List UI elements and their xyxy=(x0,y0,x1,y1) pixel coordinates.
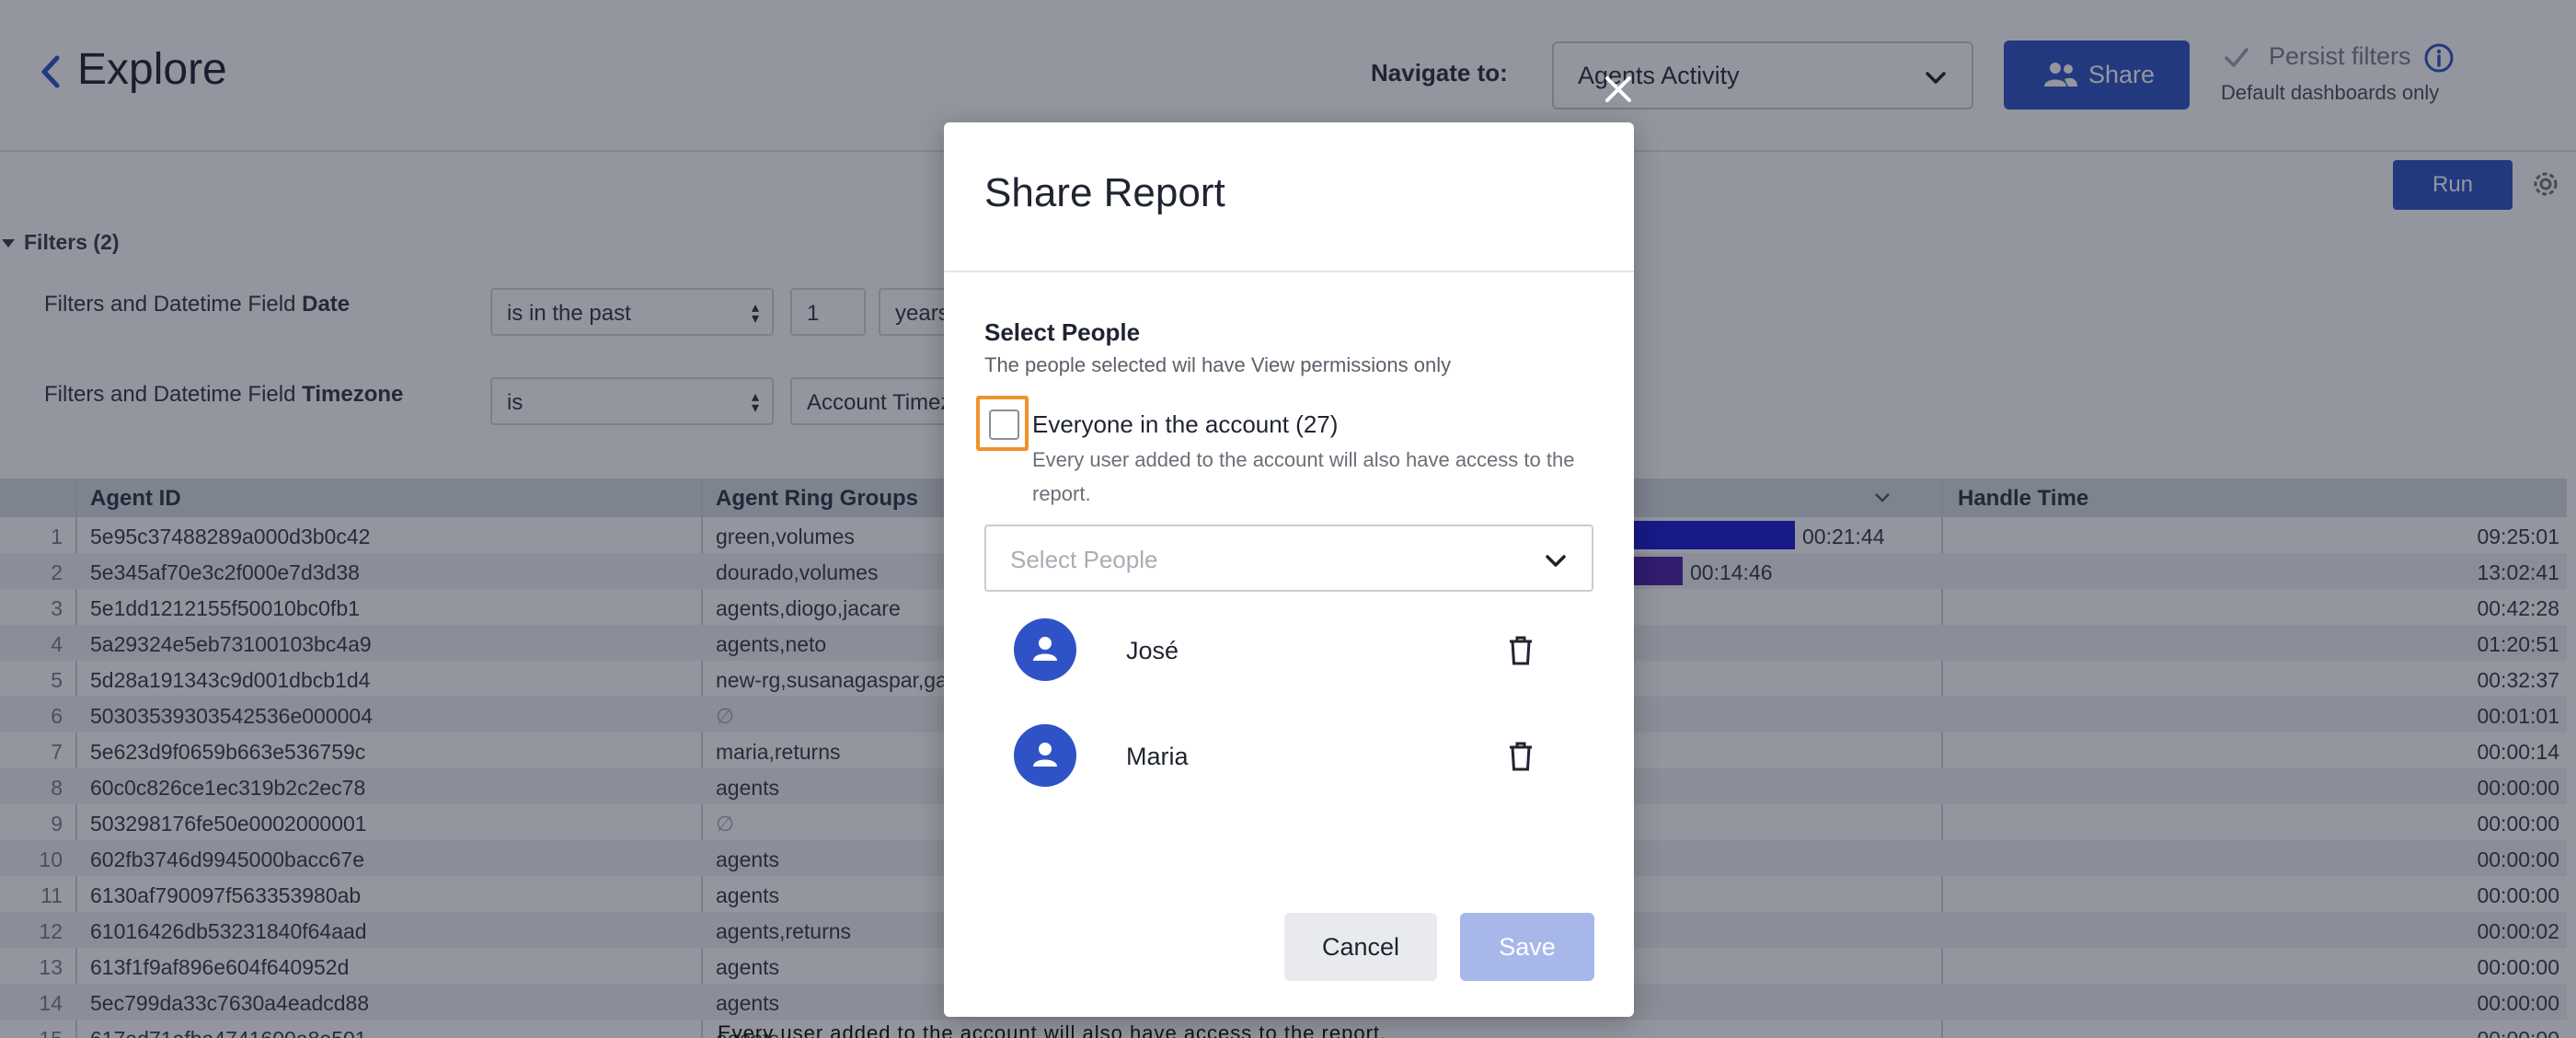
trash-icon[interactable] xyxy=(1507,741,1535,772)
chevron-down-icon xyxy=(1546,555,1566,567)
cancel-button[interactable]: Cancel xyxy=(1284,913,1437,981)
everyone-checkbox-highlight xyxy=(976,396,1029,451)
select-people-dropdown[interactable]: Select People xyxy=(984,525,1593,592)
share-report-dialog: Share Report Select People The people se… xyxy=(944,122,1634,1017)
avatar xyxy=(1014,618,1076,681)
drag-ghost-text: Every user added to the account will als… xyxy=(718,1021,1387,1038)
save-button[interactable]: Save xyxy=(1460,913,1594,981)
everyone-checkbox[interactable] xyxy=(989,409,1019,440)
person-item: Maria xyxy=(1014,724,1547,789)
everyone-checkbox-label[interactable]: Everyone in the account (27) xyxy=(1032,410,1338,439)
dialog-title: Share Report xyxy=(984,170,1225,215)
person-name: Maria xyxy=(1126,743,1189,770)
person-item: José xyxy=(1014,618,1547,683)
select-people-description: The people selected wil have View permis… xyxy=(984,353,1452,376)
close-icon[interactable] xyxy=(1603,74,1634,105)
person-name: José xyxy=(1126,637,1179,664)
avatar xyxy=(1014,724,1076,787)
select-people-placeholder: Select People xyxy=(1010,546,1158,573)
trash-icon[interactable] xyxy=(1507,635,1535,666)
everyone-checkbox-note: Every user added to the account will als… xyxy=(1032,448,1575,505)
user-icon xyxy=(1033,743,1057,767)
divider xyxy=(944,271,1634,272)
user-icon xyxy=(1033,637,1057,661)
select-people-heading: Select People xyxy=(984,318,1141,346)
